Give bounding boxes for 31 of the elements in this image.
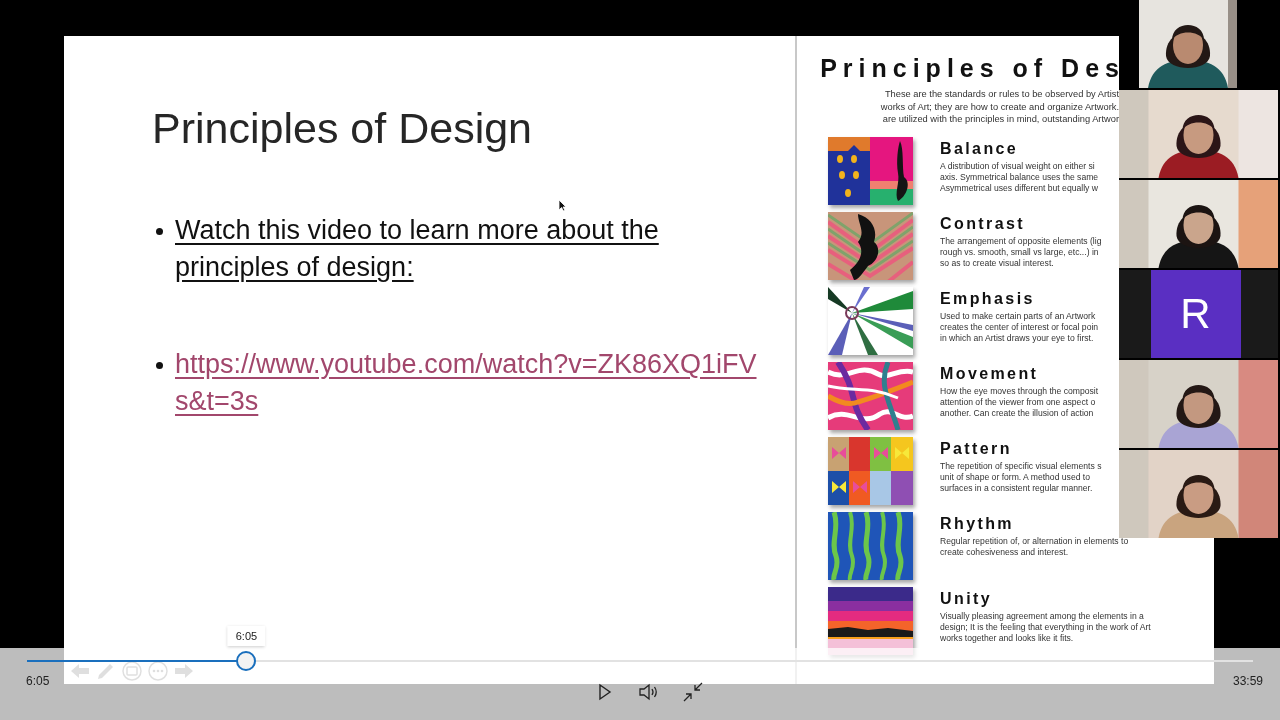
principle-heading: Rhythm [940,513,1015,534]
principle-heading: Balance [940,138,1020,159]
video-link[interactable]: https://www.youtube.com/watch?v=ZK86XQ1iFVs&t=3s [175,346,760,420]
principle-description: The repetition of specific visual elements s unit of shape or form. A method used to surfaces in a consistent regular manner. [940,460,1102,494]
principle-description: Used to make certain parts of an Artwork creates the center of interest or focal poin in which an Artist draws your eye to first. [940,310,1099,344]
principle-heading: Emphasis [940,288,1036,309]
collapse-icon [683,682,704,702]
cursor-icon [558,199,567,212]
principle-description: The arrangement of opposite elements (lig rough vs. smooth, small vs large, etc...) in so as to create visual interest. [940,235,1102,269]
principle-heading: Pattern [940,438,1013,459]
avatar-initial: R [1150,270,1241,358]
slides-icon[interactable] [122,661,142,681]
principle-heading: Unity [940,588,993,609]
principle-heading: Contrast [940,213,1026,234]
elapsed-time: 6:05 [26,674,50,688]
principle-heading: Movement [940,363,1040,384]
slide-title: Principles of Design [152,103,533,154]
bullet-dot [156,362,163,369]
duration-time: 33:59 [1232,674,1263,688]
principle-description: How the eye moves through the composit attention of the viewer from one aspect o another. Can create the illusion of action [940,385,1099,419]
bullet-text: Watch this video to learn more about the principles of design: [175,214,660,284]
poster-intro: These are the standards or rules to be observed by Artist works of Art; they are how to create and organize Artwork. are utilized with the principles in mind, outstanding Artwor [879,88,1119,126]
bullet-dot [156,228,163,235]
time-tooltip: 6:05 [227,626,266,646]
poster-title: Principles of Des [819,54,1125,82]
progress-handle[interactable] [236,651,257,671]
principle-description: A distribution of visual weight on either si axis. Symmetrical balance uses the same Asymmetrical uses different but equally w [940,160,1099,194]
more-icon[interactable] [148,661,168,681]
principle-description: Regular repetition of, or alternation in elements to create cohesiveness and interest. [940,535,1129,558]
principle-description: Visually pleasing agreement among the elements in a design; It is the feeling that everything in the work of Art works together and looks like it fits. [940,610,1151,644]
play-icon [598,683,613,701]
